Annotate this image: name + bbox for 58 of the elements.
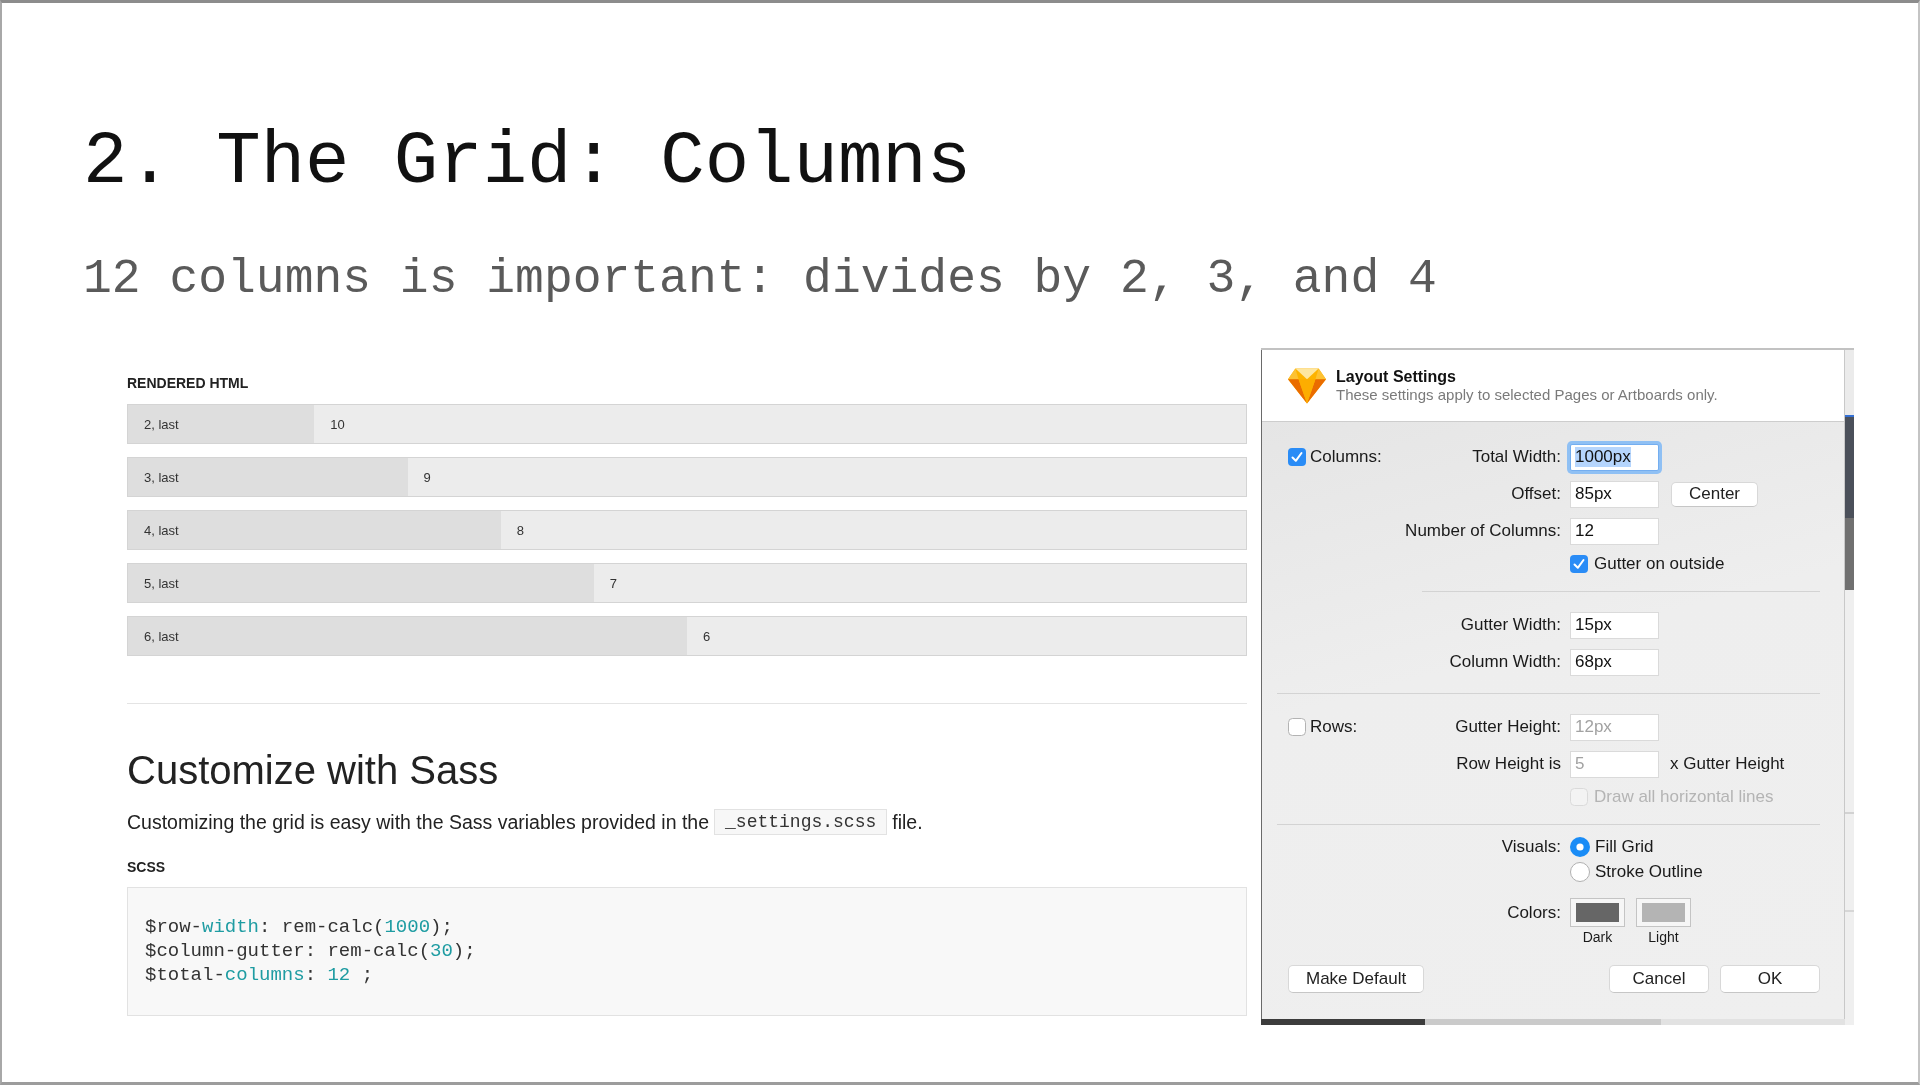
- grid-cell-text: 10: [329, 415, 346, 434]
- radio-label: Stroke Outline: [1595, 862, 1703, 882]
- checkbox[interactable]: [1570, 555, 1588, 573]
- field-label: Gutter Width:: [1460, 615, 1561, 635]
- swatch-label: Dark: [1582, 929, 1613, 945]
- color-well[interactable]: [1570, 898, 1625, 927]
- field-label: Offset:: [1511, 484, 1561, 504]
- section-label: RENDERED HTML: [127, 374, 250, 392]
- code-line: $column-gutter: rem-calc(30);: [145, 939, 476, 963]
- checkbox-label: Columns:: [1310, 447, 1382, 467]
- inline-code: _settings.scss: [714, 809, 888, 835]
- dialog-button[interactable]: OK: [1720, 965, 1820, 993]
- grid-cell: 5, last: [128, 564, 594, 602]
- dialog-button[interactable]: Make Default: [1288, 965, 1425, 993]
- text-field[interactable]: 15px: [1570, 611, 1659, 639]
- color-well[interactable]: [1636, 898, 1691, 927]
- field-label: Total Width:: [1472, 447, 1561, 467]
- text-field[interactable]: 85px: [1570, 480, 1659, 508]
- checkbox-label: Rows:: [1310, 717, 1358, 737]
- radio-label: Fill Grid: [1595, 837, 1654, 857]
- grid-cell: 6, last: [128, 617, 687, 655]
- slide-subtitle: 12 columns is important: divides by 2, 3, and 4: [83, 251, 1437, 308]
- dialog-subtitle: These settings apply to selected Pages or Artboards only.: [1336, 386, 1718, 404]
- text-field[interactable]: 1000px: [1570, 443, 1659, 471]
- code-line: $row-width: rem-calc(1000);: [145, 915, 453, 939]
- checkbox[interactable]: [1288, 448, 1306, 466]
- field-label: Column Width:: [1449, 652, 1561, 672]
- field-label: Colors:: [1507, 902, 1561, 924]
- center-button[interactable]: Center: [1671, 481, 1759, 507]
- grid-cell: 2, last: [128, 405, 315, 443]
- field-suffix: x Gutter Height: [1670, 754, 1785, 774]
- grid-cell: 3, last: [128, 458, 408, 496]
- field-label: Visuals:: [1501, 837, 1561, 857]
- checkbox[interactable]: [1288, 718, 1306, 736]
- code-line: $total-columns: 12 ;: [145, 963, 374, 987]
- grid-cell-text: 6: [702, 627, 712, 646]
- section-label: SCSS: [127, 858, 167, 876]
- description-text: Customizing the grid is easy with the Sass variables provided in the: [127, 810, 710, 835]
- text-field[interactable]: 12: [1570, 517, 1659, 545]
- grid-cell-text: 8: [515, 521, 525, 540]
- slide-title: 2. The Grid: Columns: [83, 119, 972, 206]
- dialog-button[interactable]: Cancel: [1609, 965, 1709, 993]
- grid-cell-text: 7: [608, 574, 619, 593]
- grid-cell: 4, last: [128, 511, 501, 549]
- radio-button[interactable]: [1570, 862, 1590, 882]
- radio-button[interactable]: [1570, 837, 1590, 857]
- text-field[interactable]: 68px: [1570, 648, 1659, 676]
- grid-cell-text: 9: [422, 468, 432, 487]
- section-heading: Customize with Sass: [127, 747, 500, 794]
- checkbox-label: Gutter on outside: [1594, 554, 1725, 574]
- field-label: Gutter Height:: [1455, 717, 1561, 737]
- field-label: Row Height is: [1456, 754, 1561, 774]
- dialog-title: Layout Settings: [1336, 367, 1456, 386]
- diamond-icon: [1288, 366, 1326, 405]
- checkbox-label: Draw all horizontal lines: [1594, 787, 1774, 807]
- description-text: file.: [892, 810, 923, 835]
- swatch-label: Light: [1648, 929, 1679, 945]
- field-label: Number of Columns:: [1405, 521, 1561, 541]
